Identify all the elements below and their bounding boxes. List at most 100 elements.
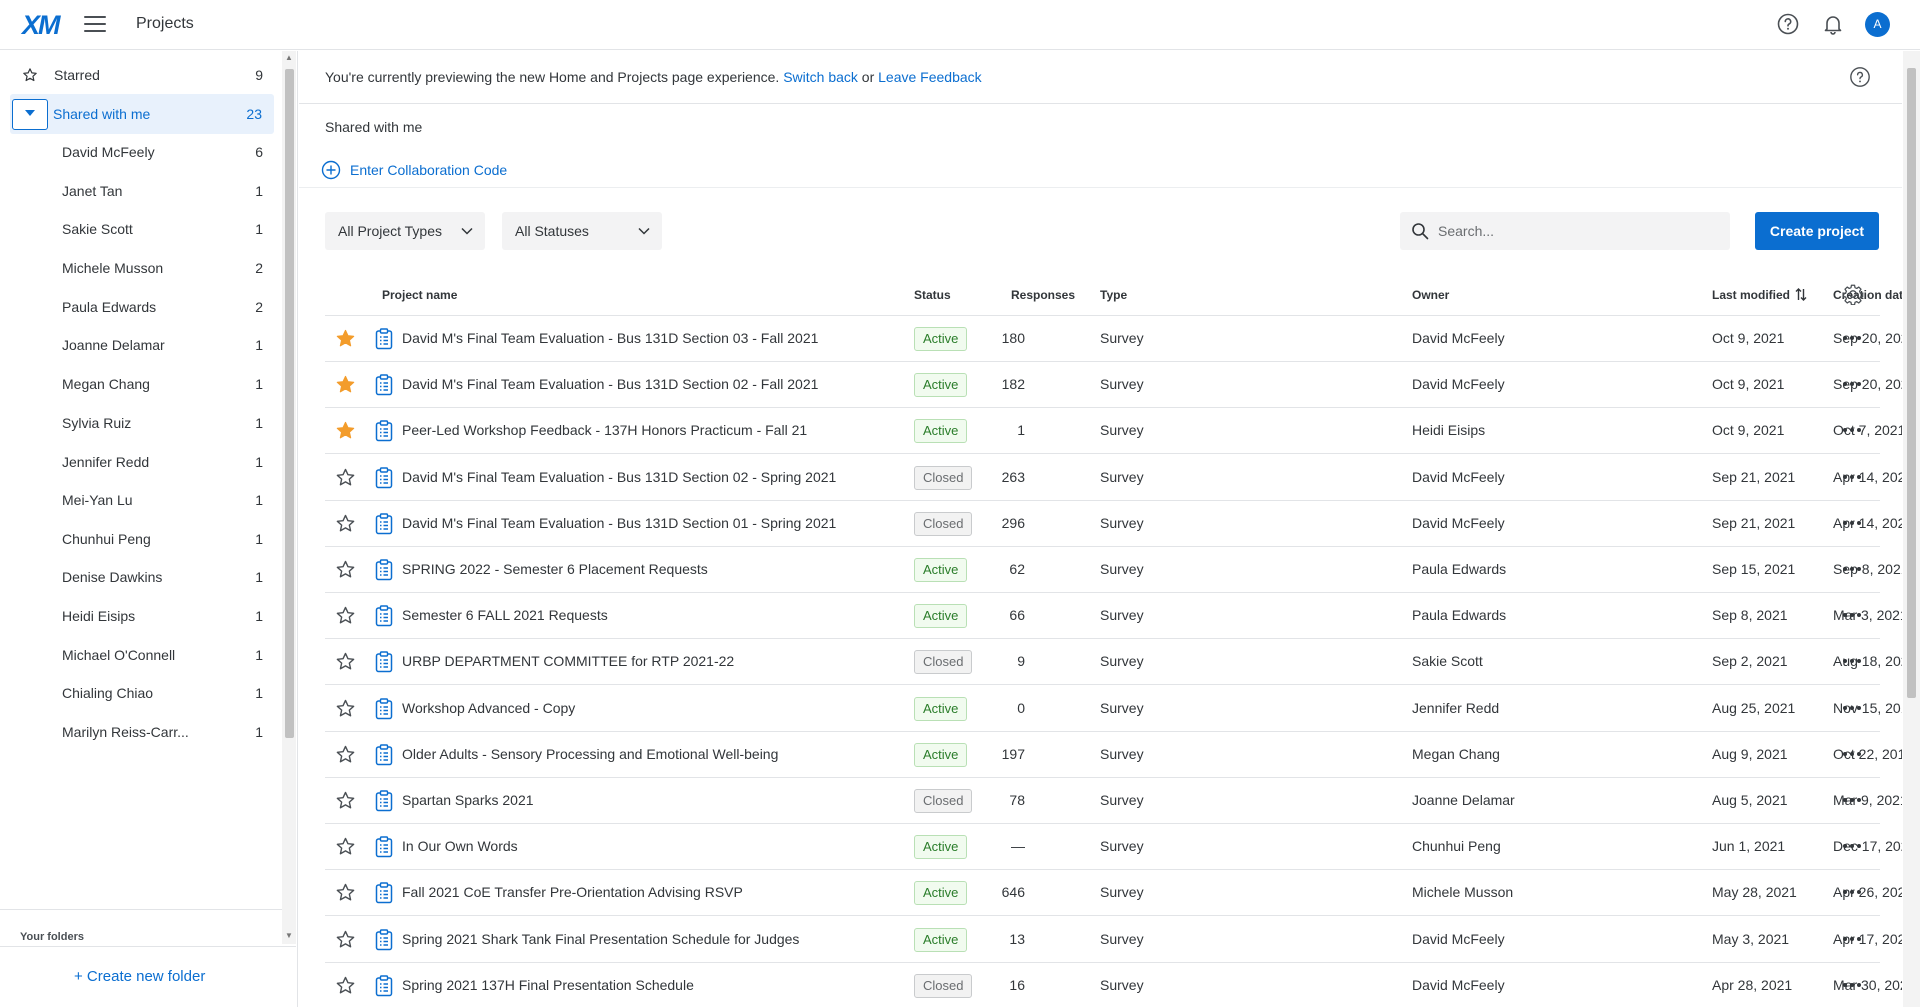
column-header-owner[interactable]: Owner bbox=[1412, 288, 1449, 302]
ellipsis-icon[interactable] bbox=[1843, 520, 1863, 527]
page-scrollbar[interactable] bbox=[1903, 51, 1920, 1007]
project-name-link[interactable]: Spring 2021 Shark Tank Final Presentatio… bbox=[402, 931, 799, 947]
table-row[interactable]: SPRING 2022 - Semester 6 Placement Reque… bbox=[325, 547, 1902, 593]
ellipsis-icon[interactable] bbox=[1843, 567, 1863, 573]
scroll-down-arrow-icon[interactable]: ▼ bbox=[284, 931, 294, 941]
switch-back-link[interactable]: Switch back bbox=[783, 69, 858, 85]
ellipsis-icon[interactable] bbox=[1843, 751, 1863, 758]
create-new-folder-button[interactable]: + Create new folder bbox=[74, 968, 205, 985]
ellipsis-icon[interactable] bbox=[1843, 798, 1863, 804]
ellipsis-icon[interactable] bbox=[1843, 613, 1863, 619]
ellipsis-icon[interactable] bbox=[1843, 844, 1863, 850]
sidebar-item-owner[interactable]: Heidi Eisips 1 bbox=[0, 596, 275, 636]
ellipsis-icon[interactable] bbox=[1843, 428, 1863, 434]
column-header-project-name[interactable]: Project name bbox=[382, 288, 457, 302]
gear-icon[interactable] bbox=[1842, 283, 1864, 305]
table-row[interactable]: Semester 6 FALL 2021 Requests Active 66 Sur… bbox=[325, 593, 1902, 640]
table-row[interactable]: Peer-Led Workshop Feedback - 137H Honors… bbox=[325, 408, 1902, 455]
question-circle-icon[interactable] bbox=[1849, 66, 1871, 88]
table-row[interactable]: David M's Final Team Evaluation - Bus 13… bbox=[325, 501, 1902, 547]
table-row[interactable]: Spring 2021 Shark Tank Final Presentatio… bbox=[325, 917, 1902, 963]
sidebar-item-owner[interactable]: Denise Dawkins 1 bbox=[0, 557, 275, 597]
bell-icon[interactable] bbox=[1821, 12, 1845, 36]
sidebar-item-owner[interactable]: Sylvia Ruiz 1 bbox=[0, 403, 275, 443]
star-icon[interactable] bbox=[335, 420, 356, 441]
sidebar-item-owner[interactable]: Sakie Scott 1 bbox=[0, 209, 275, 249]
star-icon[interactable] bbox=[335, 882, 356, 903]
hamburger-icon[interactable] bbox=[84, 16, 106, 33]
project-name-link[interactable]: Spartan Sparks 2021 bbox=[402, 792, 534, 808]
project-name-link[interactable]: URBP DEPARTMENT COMMITTEE for RTP 2021-2… bbox=[402, 653, 734, 669]
collapse-toggle-button[interactable] bbox=[12, 99, 48, 130]
star-icon[interactable] bbox=[335, 698, 356, 719]
star-icon[interactable] bbox=[335, 975, 356, 996]
table-row[interactable]: In Our Own Words Active — Survey Chunhui Pen… bbox=[325, 824, 1902, 871]
sidebar-item-shared-with-me[interactable]: Shared with me 23 bbox=[10, 94, 274, 134]
ellipsis-icon[interactable] bbox=[1843, 982, 1863, 989]
project-name-link[interactable]: In Our Own Words bbox=[402, 838, 518, 854]
table-row[interactable]: URBP DEPARTMENT COMMITTEE for RTP 2021-2… bbox=[325, 639, 1902, 686]
ellipsis-icon[interactable] bbox=[1843, 705, 1863, 712]
star-icon[interactable] bbox=[335, 559, 356, 580]
table-row[interactable]: Spring 2021 137H Final Presentation Sche… bbox=[325, 963, 1902, 1007]
project-name-link[interactable]: Fall 2021 CoE Transfer Pre-Orientation A… bbox=[402, 884, 743, 900]
star-icon[interactable] bbox=[335, 374, 356, 395]
project-name-link[interactable]: David M's Final Team Evaluation - Bus 13… bbox=[402, 515, 836, 531]
table-row[interactable]: David M's Final Team Evaluation - Bus 13… bbox=[325, 362, 1902, 409]
avatar[interactable]: A bbox=[1865, 12, 1890, 37]
star-icon[interactable] bbox=[335, 467, 356, 488]
table-row[interactable]: Spartan Sparks 2021 Closed 78 Survey Joanne … bbox=[325, 778, 1902, 824]
project-name-link[interactable]: SPRING 2022 - Semester 6 Placement Reque… bbox=[402, 561, 708, 577]
table-row[interactable]: Fall 2021 CoE Transfer Pre-Orientation A… bbox=[325, 870, 1902, 917]
sidebar-item-owner[interactable]: Michele Musson 2 bbox=[0, 248, 275, 288]
table-row[interactable]: David M's Final Team Evaluation - Bus 13… bbox=[325, 455, 1902, 501]
star-icon[interactable] bbox=[335, 651, 356, 672]
ellipsis-icon[interactable] bbox=[1843, 659, 1863, 665]
project-name-link[interactable]: Workshop Advanced - Copy bbox=[402, 700, 575, 716]
star-icon[interactable] bbox=[335, 836, 356, 857]
column-header-last-modified[interactable]: Last modified bbox=[1712, 288, 1807, 302]
star-icon[interactable] bbox=[335, 929, 356, 950]
project-name-link[interactable]: David M's Final Team Evaluation - Bus 13… bbox=[402, 376, 818, 392]
sidebar-item-owner[interactable]: Janet Tan 1 bbox=[0, 171, 275, 211]
sidebar-scrollbar-thumb[interactable] bbox=[285, 69, 294, 738]
project-type-dropdown[interactable]: All Project Types bbox=[325, 212, 485, 250]
table-row[interactable]: Workshop Advanced - Copy Active 0 Survey Jen… bbox=[325, 686, 1902, 732]
table-row[interactable]: Older Adults - Sensory Processing and Em… bbox=[325, 732, 1902, 778]
leave-feedback-link[interactable]: Leave Feedback bbox=[878, 69, 982, 85]
star-icon[interactable] bbox=[335, 328, 356, 349]
sidebar-item-owner[interactable]: Joanne Delamar 1 bbox=[0, 325, 275, 365]
star-icon[interactable] bbox=[335, 513, 356, 534]
star-icon[interactable] bbox=[335, 744, 356, 765]
ellipsis-icon[interactable] bbox=[1843, 474, 1863, 481]
project-name-link[interactable]: David M's Final Team Evaluation - Bus 13… bbox=[402, 330, 818, 346]
scroll-up-arrow-icon[interactable]: ▲ bbox=[284, 53, 294, 63]
sidebar-item-starred[interactable]: Starred 9 bbox=[0, 55, 275, 95]
ellipsis-icon[interactable] bbox=[1843, 936, 1863, 943]
sidebar-item-owner[interactable]: Megan Chang 1 bbox=[0, 364, 275, 404]
table-row[interactable]: David M's Final Team Evaluation - Bus 13… bbox=[325, 316, 1902, 362]
ellipsis-icon[interactable] bbox=[1843, 890, 1863, 896]
column-header-status[interactable]: Status bbox=[914, 288, 951, 302]
status-dropdown[interactable]: All Statuses bbox=[502, 212, 662, 250]
page-scrollbar-thumb[interactable] bbox=[1907, 68, 1916, 698]
project-name-link[interactable]: David M's Final Team Evaluation - Bus 13… bbox=[402, 469, 836, 485]
sidebar-item-owner[interactable]: Chialing Chiao 1 bbox=[0, 673, 275, 713]
question-circle-icon[interactable] bbox=[1776, 12, 1800, 36]
sidebar-item-owner[interactable]: Michael O'Connell 1 bbox=[0, 635, 275, 675]
project-name-link[interactable]: Spring 2021 137H Final Presentation Sche… bbox=[402, 977, 694, 993]
project-name-link[interactable]: Peer-Led Workshop Feedback - 137H Honors… bbox=[402, 422, 807, 438]
sidebar-item-owner[interactable]: Chunhui Peng 1 bbox=[0, 519, 275, 559]
column-header-responses[interactable]: Responses bbox=[1011, 288, 1075, 302]
sidebar-item-owner[interactable]: Paula Edwards 2 bbox=[0, 287, 275, 327]
sidebar-item-owner[interactable]: Marilyn Reiss-Carr... 1 bbox=[0, 712, 275, 752]
xm-logo[interactable]: XM bbox=[22, 10, 60, 41]
create-project-button[interactable]: Create project bbox=[1755, 212, 1879, 250]
star-icon[interactable] bbox=[335, 790, 356, 811]
project-name-link[interactable]: Semester 6 FALL 2021 Requests bbox=[402, 607, 608, 623]
sidebar-item-owner[interactable]: Mei-Yan Lu 1 bbox=[0, 480, 275, 520]
ellipsis-icon[interactable] bbox=[1843, 336, 1863, 342]
search-input[interactable] bbox=[1438, 221, 1718, 241]
project-name-link[interactable]: Older Adults - Sensory Processing and Em… bbox=[402, 746, 778, 762]
ellipsis-icon[interactable] bbox=[1843, 382, 1863, 388]
